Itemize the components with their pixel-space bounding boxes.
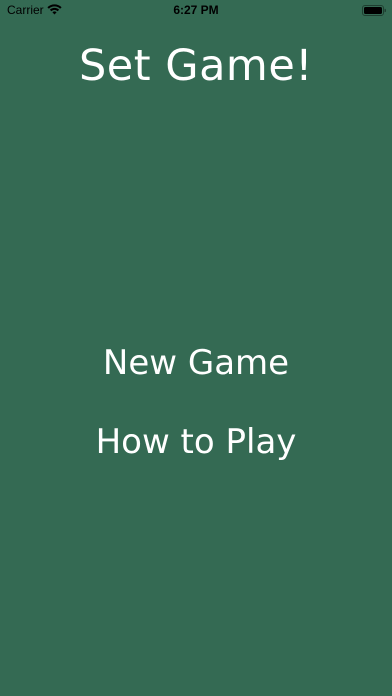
how-to-play-button[interactable]: How to Play: [0, 420, 392, 464]
status-time: 6:27 PM: [173, 3, 219, 17]
page-title: Set Game!: [78, 41, 314, 91]
battery-icon: [362, 5, 386, 16]
status-bar: Carrier 6:27 PM: [0, 0, 392, 22]
new-game-button[interactable]: New Game: [0, 341, 392, 385]
